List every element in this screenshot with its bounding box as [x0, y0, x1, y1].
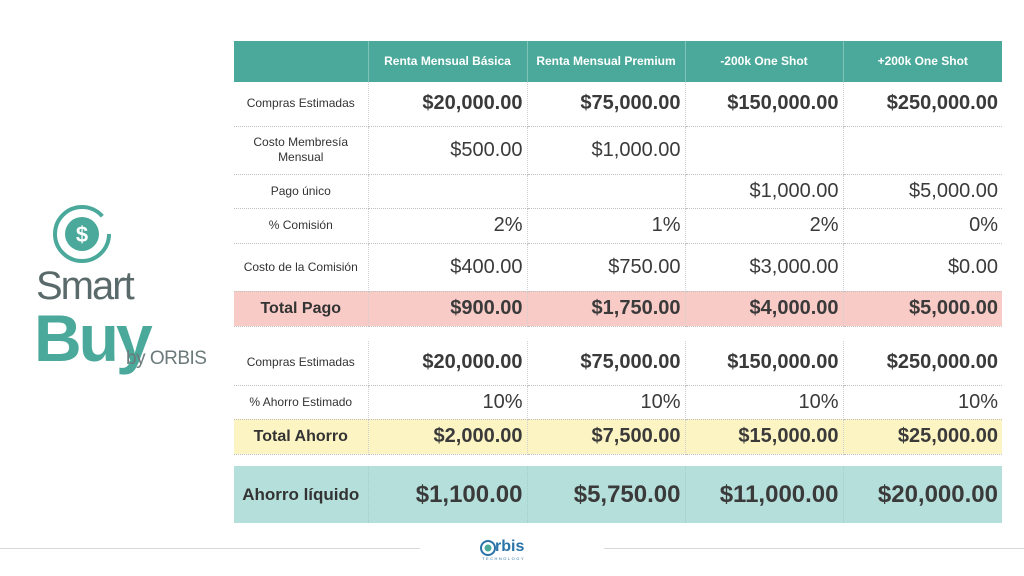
footer-sub-text: TECHNOLOGY: [482, 556, 526, 561]
cell-value: $900.00: [368, 291, 528, 327]
logo-by-orbis-text: by ORBIS: [126, 348, 207, 369]
table-row-ahorro-liquido: Ahorro líquido $1,100.00 $5,750.00 $11,0…: [234, 466, 1002, 523]
row-label: % Comisión: [234, 208, 369, 244]
row-label: Compras Estimadas: [234, 82, 369, 127]
cell-value: 2%: [368, 208, 528, 244]
cell-value: 1%: [527, 208, 686, 244]
cell-value: $25,000.00: [843, 419, 1002, 455]
cell-value: 0%: [843, 208, 1002, 244]
cost-table: Renta Mensual Básica Renta Mensual Premi…: [234, 41, 1002, 327]
cell-value: $7,500.00: [527, 419, 686, 455]
row-label: % Ahorro Estimado: [234, 385, 369, 420]
table-row-compras: Compras Estimadas $20,000.00 $75,000.00 …: [234, 341, 1002, 386]
cell-value: $250,000.00: [843, 82, 1002, 127]
cell-value: $20,000.00: [843, 466, 1002, 523]
cell-value: $750.00: [527, 243, 686, 292]
table-row-total-pago: Total Pago $900.00 $1,750.00 $4,000.00 $…: [234, 291, 1002, 327]
footer-brand-text: rbis: [495, 538, 525, 555]
cell-value: $1,100.00: [368, 466, 528, 523]
header-cell-empty: [234, 41, 369, 82]
cell-value: $2,000.00: [368, 419, 528, 455]
row-label: Ahorro líquido: [234, 466, 369, 523]
header-renta-basica: Renta Mensual Básica: [368, 41, 528, 82]
cell-value: [685, 126, 844, 175]
cell-value: $3,000.00: [685, 243, 844, 292]
savings-table: Compras Estimadas $20,000.00 $75,000.00 …: [234, 341, 1002, 455]
row-label: Compras Estimadas: [234, 341, 369, 386]
row-label: Pago único: [234, 174, 369, 209]
cell-value: $75,000.00: [527, 341, 686, 386]
cell-value: 10%: [368, 385, 528, 420]
svg-text:$: $: [76, 222, 88, 247]
header-200k-minus: -200k One Shot: [685, 41, 844, 82]
cell-value: $5,000.00: [843, 291, 1002, 327]
globe-icon: [480, 540, 496, 556]
cell-value: 10%: [527, 385, 686, 420]
dollar-coin-icon: $: [53, 205, 111, 263]
cell-value: [527, 174, 686, 209]
table-row-costo-comision: Costo de la Comisión $400.00 $750.00 $3,…: [234, 243, 1002, 292]
cell-value: $1,750.00: [527, 291, 686, 327]
table-row-compras: Compras Estimadas $20,000.00 $75,000.00 …: [234, 82, 1002, 127]
cell-value: $5,750.00: [527, 466, 686, 523]
row-label: Costo de la Comisión: [234, 243, 369, 292]
table-row-comision: % Comisión 2% 1% 2% 0%: [234, 208, 1002, 244]
cell-value: $15,000.00: [685, 419, 844, 455]
table-row-pago-unico: Pago único $1,000.00 $5,000.00: [234, 174, 1002, 209]
cell-value: $0.00: [843, 243, 1002, 292]
table-row-total-ahorro: Total Ahorro $2,000.00 $7,500.00 $15,000…: [234, 419, 1002, 455]
cell-value: $250,000.00: [843, 341, 1002, 386]
row-label: Total Ahorro: [234, 419, 369, 455]
cell-value: $20,000.00: [368, 82, 528, 127]
cell-value: 10%: [685, 385, 844, 420]
cell-value: [843, 126, 1002, 175]
footer-divider-right: [604, 548, 1024, 549]
table-header-row: Renta Mensual Básica Renta Mensual Premi…: [234, 41, 1002, 82]
cell-value: $150,000.00: [685, 341, 844, 386]
row-label: Total Pago: [234, 291, 369, 327]
orbis-footer-logo: rbis TECHNOLOGY: [480, 538, 544, 562]
cell-value: $5,000.00: [843, 174, 1002, 209]
row-label: Costo Membresía Mensual: [234, 126, 369, 175]
cell-value: 2%: [685, 208, 844, 244]
header-200k-plus: +200k One Shot: [843, 41, 1002, 82]
cell-value: [368, 174, 528, 209]
cell-value: $1,000.00: [685, 174, 844, 209]
cell-value: $500.00: [368, 126, 528, 175]
cell-value: $400.00: [368, 243, 528, 292]
footer-divider-left: [0, 548, 420, 549]
cell-value: $150,000.00: [685, 82, 844, 127]
cell-value: 10%: [843, 385, 1002, 420]
net-savings-table: Ahorro líquido $1,100.00 $5,750.00 $11,0…: [234, 466, 1002, 523]
smartbuy-logo: $ Smart Buy by ORBIS: [28, 204, 208, 375]
table-row-ahorro-estimado: % Ahorro Estimado 10% 10% 10% 10%: [234, 385, 1002, 420]
table-row-membresia: Costo Membresía Mensual $500.00 $1,000.0…: [234, 126, 1002, 175]
cell-value: $20,000.00: [368, 341, 528, 386]
cell-value: $75,000.00: [527, 82, 686, 127]
cell-value: $1,000.00: [527, 126, 686, 175]
cell-value: $4,000.00: [685, 291, 844, 327]
cell-value: $11,000.00: [685, 466, 844, 523]
header-renta-premium: Renta Mensual Premium: [527, 41, 686, 82]
